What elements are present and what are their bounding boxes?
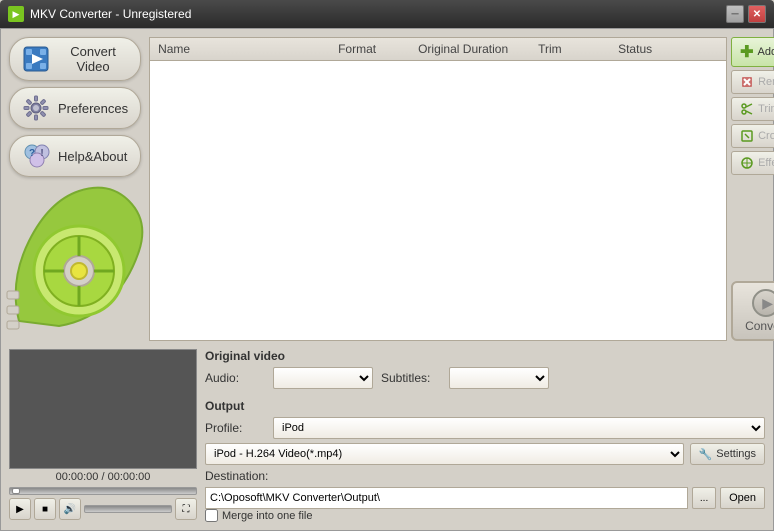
help-about-label: Help&About: [58, 149, 127, 164]
film-icon: [22, 45, 50, 73]
svg-text:?: ?: [29, 148, 35, 159]
trim-button[interactable]: Trim: [731, 97, 774, 121]
content-area: Convert Video: [1, 29, 773, 349]
browse-button[interactable]: ...: [692, 487, 716, 509]
svg-text:!: !: [40, 148, 43, 159]
subtitles-select[interactable]: [449, 367, 549, 389]
merge-row: Merge into one file: [205, 509, 765, 522]
audio-button[interactable]: 🔊: [59, 498, 81, 520]
video-time: 00:00:00 / 00:00:00: [9, 469, 197, 485]
scissors-icon: [740, 102, 754, 116]
profile-label: Profile:: [205, 421, 265, 435]
help-about-button[interactable]: ? ! Help&About: [9, 135, 141, 177]
remove-icon: [740, 75, 754, 89]
convert-play-icon: ▶: [752, 289, 774, 317]
minimize-button[interactable]: ─: [726, 5, 744, 23]
destination-label: Destination:: [205, 469, 268, 483]
window-title: MKV Converter - Unregistered: [30, 7, 191, 21]
original-video-title: Original video: [205, 349, 765, 363]
effect-button[interactable]: Effect: [731, 151, 774, 175]
profile-row: Profile: iPod iPhone iPad Apple TV AVI M…: [205, 417, 765, 439]
convert-video-label: Convert Video: [58, 44, 128, 74]
add-label: Add: [758, 46, 774, 58]
action-buttons: ✚ Add ▼ Remove: [731, 37, 774, 341]
crop-label: Crop: [758, 130, 774, 142]
remove-button[interactable]: Remove: [731, 70, 774, 94]
col-status-header: Status: [618, 42, 718, 56]
settings-label: Settings: [716, 448, 756, 460]
destination-row: ... Open: [205, 487, 765, 509]
add-button-group: ✚ Add ▼: [731, 37, 774, 67]
format-row: iPod - H.264 Video(*.mp4) iPod - MPEG-4 …: [205, 443, 765, 465]
file-table-header: Name Format Original Duration Trim Statu…: [150, 38, 726, 61]
right-panel: Name Format Original Duration Trim Statu…: [149, 37, 774, 341]
video-frame: [9, 349, 197, 469]
main-window: Convert Video: [0, 28, 774, 531]
file-area: Name Format Original Duration Trim Statu…: [149, 37, 774, 341]
convert-label: Convert: [745, 319, 774, 333]
audio-select[interactable]: [273, 367, 373, 389]
col-duration-header: Original Duration: [418, 42, 538, 56]
merge-checkbox[interactable]: [205, 509, 218, 522]
bottom-section: 00:00:00 / 00:00:00 ▶ ■ 🔊 ⛶ Original vid…: [1, 349, 773, 530]
add-button[interactable]: ✚ Add: [731, 37, 774, 67]
stop-button[interactable]: ■: [34, 498, 56, 520]
app-icon: ▶: [8, 6, 24, 22]
video-preview: 00:00:00 / 00:00:00 ▶ ■ 🔊 ⛶: [9, 349, 197, 522]
output-group: Output Profile: iPod iPhone iPad Apple T…: [205, 399, 765, 522]
preferences-button[interactable]: Preferences: [9, 87, 141, 129]
remove-label: Remove: [758, 76, 774, 88]
settings-panel: Original video Audio: Subtitles: Output: [205, 349, 765, 522]
open-button[interactable]: Open: [720, 487, 765, 509]
col-name-header: Name: [158, 42, 338, 56]
profile-select[interactable]: iPod iPhone iPad Apple TV AVI MP4: [273, 417, 765, 439]
effect-icon: [740, 156, 754, 170]
crop-icon: [740, 129, 754, 143]
col-trim-header: Trim: [538, 42, 618, 56]
settings-button[interactable]: 🔧 Settings: [690, 443, 765, 465]
film-reel-decoration: [0, 161, 169, 341]
crop-button[interactable]: Crop: [731, 124, 774, 148]
col-format-header: Format: [338, 42, 418, 56]
progress-thumb: [12, 488, 20, 494]
fullscreen-button[interactable]: ⛶: [175, 498, 197, 520]
preferences-label: Preferences: [58, 101, 128, 116]
title-bar: ▶ MKV Converter - Unregistered ─ ✕: [0, 0, 774, 28]
destination-input[interactable]: [205, 487, 688, 509]
format-select[interactable]: iPod - H.264 Video(*.mp4) iPod - MPEG-4 …: [205, 443, 684, 465]
audio-label: Audio:: [205, 371, 265, 385]
destination-label-row: Destination:: [205, 469, 765, 483]
original-video-group: Original video Audio: Subtitles:: [205, 349, 765, 393]
file-list-container: Name Format Original Duration Trim Statu…: [149, 37, 774, 341]
file-table-body: [150, 61, 726, 221]
window-controls: ─ ✕: [726, 5, 766, 23]
audio-row: Audio: Subtitles:: [205, 367, 765, 389]
effect-label: Effect: [758, 157, 774, 169]
help-icon: ? !: [22, 142, 50, 170]
trim-label: Trim: [758, 103, 774, 115]
convert-video-button[interactable]: Convert Video: [9, 37, 141, 81]
gear-icon: [22, 94, 50, 122]
output-title: Output: [205, 399, 765, 413]
subtitles-label: Subtitles:: [381, 371, 441, 385]
volume-slider[interactable]: [84, 505, 172, 513]
merge-label: Merge into one file: [222, 510, 313, 522]
file-table: Name Format Original Duration Trim Statu…: [149, 37, 727, 341]
sidebar: Convert Video: [9, 37, 141, 341]
video-controls: ▶ ■ 🔊 ⛶: [9, 498, 197, 520]
video-progress-bar[interactable]: [9, 487, 197, 495]
convert-button[interactable]: ▶ Convert: [731, 281, 774, 341]
play-button[interactable]: ▶: [9, 498, 31, 520]
add-plus-icon: ✚: [740, 42, 753, 62]
settings-wrench-icon: 🔧: [699, 448, 713, 461]
close-button[interactable]: ✕: [748, 5, 766, 23]
